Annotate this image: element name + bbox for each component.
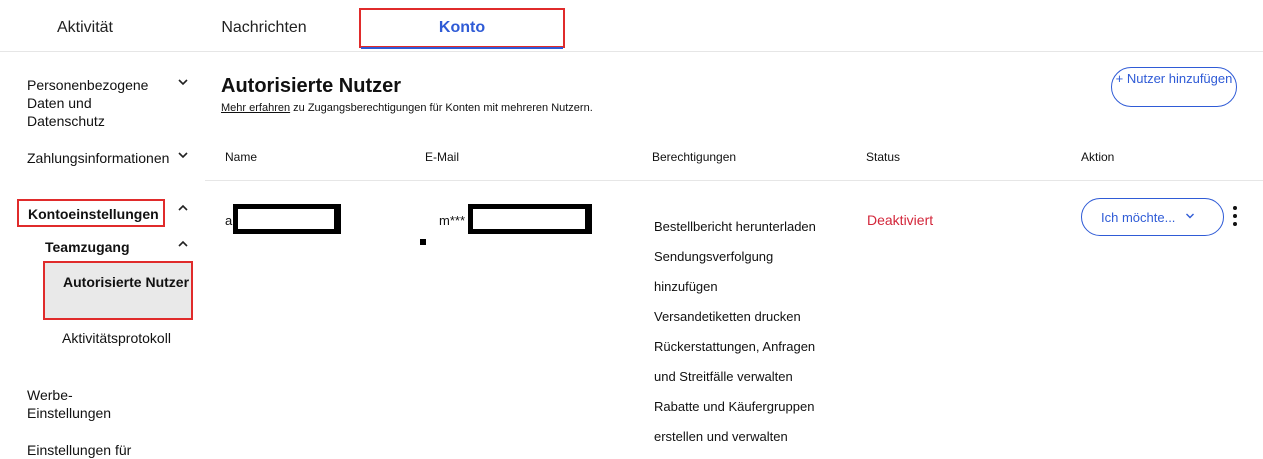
permission-item: Rabatte und Käufergruppen — [654, 399, 815, 414]
sidebar-item-teamzugang[interactable]: Teamzugang — [45, 238, 130, 256]
column-header-email: E-Mail — [425, 150, 460, 164]
account-settings-page: Aktivität Nachrichten Konto Personenbezo… — [0, 0, 1263, 459]
sidebar-item-aktivitaetsprotokoll[interactable]: Aktivitätsprotokoll — [62, 329, 182, 347]
sidebar-item-kontoeinstellungen[interactable]: Kontoeinstellungen — [17, 199, 165, 227]
page-subtitle: Mehr erfahren zu Zugangsberechtigungen f… — [221, 102, 593, 114]
column-header-status: Status — [866, 150, 901, 164]
chevron-down-icon[interactable] — [177, 76, 189, 90]
permission-item: hinzufügen — [654, 279, 718, 294]
redaction-box — [233, 204, 341, 234]
permission-item: und Streitfälle verwalten — [654, 369, 793, 384]
tab-nachrichten[interactable]: Nachrichten — [200, 10, 328, 46]
action-dropdown-button[interactable]: Ich möchte... — [1081, 198, 1224, 236]
column-header-aktion: Aktion — [1081, 150, 1115, 164]
permission-item: Rückerstattungen, Anfragen — [654, 339, 816, 354]
active-tab-indicator — [361, 47, 563, 49]
column-header-name: Name — [225, 150, 258, 164]
sidebar-nav: Personenbezogene Daten und Datenschutz Z… — [0, 52, 205, 459]
status-badge: Deaktiviert — [867, 212, 934, 228]
more-options-icon[interactable] — [1233, 206, 1239, 228]
chevron-up-icon[interactable] — [177, 238, 189, 252]
chevron-up-icon[interactable] — [177, 202, 189, 216]
sidebar-item-personenbezogene-daten[interactable]: Personenbezogene Daten und Datenschutz — [27, 76, 167, 130]
sidebar-item-zahlungsinformationen[interactable]: Zahlungsinformationen — [27, 149, 177, 167]
permissions-list: Bestellbericht herunterladen Sendungsver… — [654, 212, 864, 452]
table-divider — [205, 180, 1263, 181]
add-user-button[interactable]: + Nutzer hinzufügen — [1111, 67, 1237, 107]
user-name: a — [225, 213, 233, 228]
sidebar-item-einstellungen-fuer[interactable]: Einstellungen für — [27, 441, 167, 459]
column-header-berechtigungen: Berechtigungen — [652, 150, 737, 164]
action-dropdown-label: Ich möchte... — [1101, 209, 1176, 225]
redaction-mark — [420, 239, 426, 245]
redaction-inner — [473, 209, 585, 229]
permission-item: Sendungsverfolgung — [654, 249, 774, 264]
learn-more-link[interactable]: Mehr erfahren — [221, 102, 290, 114]
page-title: Autorisierte Nutzer — [221, 75, 402, 97]
user-email: m*** — [439, 213, 466, 228]
top-tab-bar: Aktivität Nachrichten Konto — [0, 0, 1263, 52]
permission-item: erstellen und verwalten — [654, 429, 788, 444]
chevron-down-icon[interactable] — [177, 149, 189, 163]
tab-aktivitaet[interactable]: Aktivität — [20, 10, 150, 46]
sidebar-item-werbe-einstellungen[interactable]: Werbe-Einstellungen — [27, 386, 147, 422]
tab-konto[interactable]: Konto — [359, 8, 565, 48]
permission-item: Bestellbericht herunterladen — [654, 219, 816, 234]
chevron-down-icon — [1185, 212, 1195, 223]
subtitle-text: zu Zugangsberechtigungen für Konten mit … — [290, 102, 593, 114]
sidebar-item-autorisierte-nutzer[interactable]: Autorisierte Nutzer — [43, 261, 193, 320]
permission-item: Versandetiketten drucken — [654, 309, 801, 324]
redaction-box — [468, 204, 592, 234]
redaction-inner — [238, 209, 334, 229]
